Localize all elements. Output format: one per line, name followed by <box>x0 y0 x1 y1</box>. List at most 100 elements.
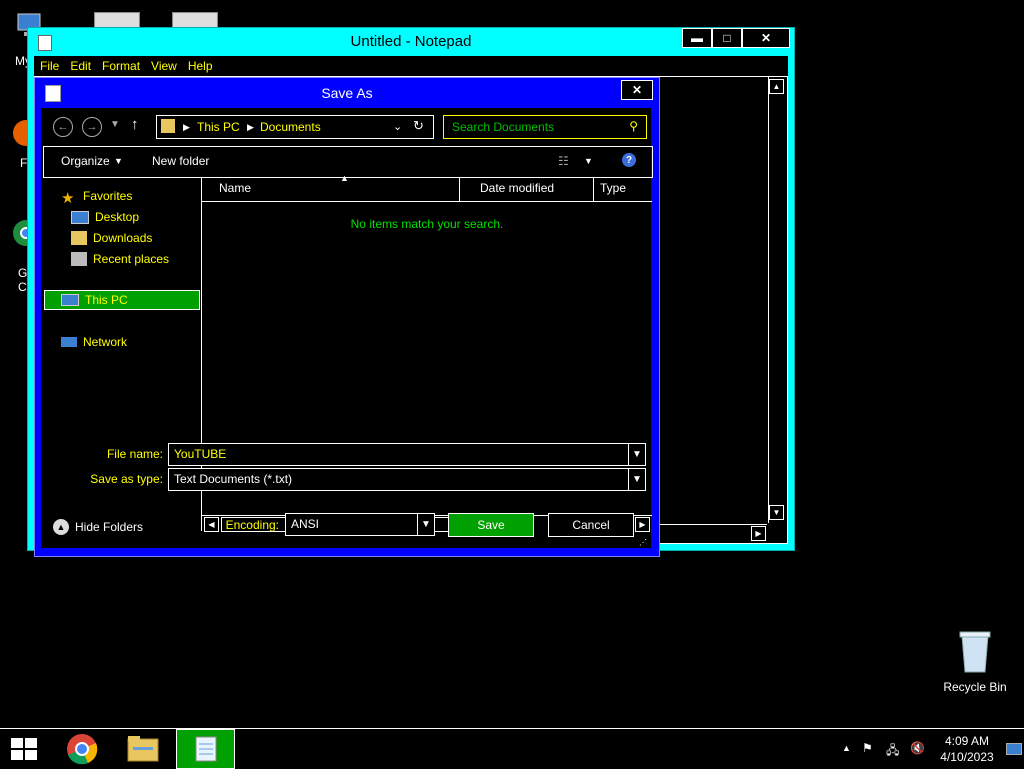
notepad-title: Untitled - Notepad <box>350 33 472 50</box>
column-date-modified[interactable]: Date modified <box>480 181 554 195</box>
chrome-icon <box>67 734 98 765</box>
scroll-right-arrow-icon[interactable]: ▶ <box>635 517 650 532</box>
save-as-type-select[interactable]: Text Documents (*.txt) ▼ <box>168 468 646 491</box>
close-button[interactable]: ✕ <box>742 28 790 48</box>
hide-folders-label: Hide Folders <box>75 520 144 534</box>
nav-label: Favorites <box>83 189 133 203</box>
maximize-button[interactable]: □ <box>712 28 742 48</box>
up-arrow-icon[interactable]: ↑ <box>131 116 139 133</box>
menu-format[interactable]: Format <box>102 59 140 73</box>
window-controls: ▬ □ ✕ <box>682 28 790 48</box>
forward-arrow-icon[interactable]: → <box>82 117 102 137</box>
column-divider[interactable] <box>459 177 460 201</box>
search-box[interactable]: Search Documents ⚲ <box>443 115 647 139</box>
collapse-chevron-icon: ▲ <box>53 519 69 535</box>
clock-date: 4/10/2023 <box>940 750 994 764</box>
recent-locations-chevron-icon[interactable]: ▼ <box>110 119 120 130</box>
organize-chevron-icon: ▼ <box>114 156 123 166</box>
breadcrumb-this-pc[interactable]: This PC <box>197 120 240 134</box>
encoding-dropdown-icon[interactable]: ▼ <box>417 514 434 535</box>
column-type[interactable]: Type <box>600 181 626 195</box>
recycle-bin-label: Recycle Bin <box>943 680 1007 694</box>
start-button[interactable] <box>0 729 48 769</box>
sort-indicator-icon: ▲ <box>340 173 349 183</box>
taskbar-file-explorer[interactable] <box>115 729 171 769</box>
column-headers: ▲ Name Date modified Type <box>202 173 652 202</box>
menu-bar: File Edit Format View Help <box>34 56 788 76</box>
hide-folders-button[interactable]: ▲ Hide Folders <box>53 517 143 537</box>
new-folder-button[interactable]: New folder <box>152 154 209 168</box>
nav-label: Desktop <box>95 210 140 224</box>
menu-edit[interactable]: Edit <box>70 59 91 73</box>
cancel-button[interactable]: Cancel <box>548 513 634 537</box>
desktop-icon-file-2[interactable] <box>172 12 218 28</box>
column-name[interactable]: Name <box>219 181 251 195</box>
encoding-label: Encoding: <box>225 518 279 532</box>
breadcrumb-separator-icon: ▶ <box>183 122 190 132</box>
windows-logo-icon <box>11 738 37 760</box>
breadcrumb-separator-icon: ▶ <box>247 122 254 132</box>
vertical-scrollbar[interactable]: ▲ ▼ <box>768 77 784 523</box>
column-divider[interactable] <box>593 177 594 201</box>
resize-grip-icon[interactable]: ⋰ <box>639 538 647 547</box>
network-icon[interactable]: 🖧 <box>886 741 899 762</box>
empty-message: No items match your search. <box>350 217 504 231</box>
save-as-type-dropdown-icon[interactable]: ▼ <box>628 469 645 490</box>
taskbar: ▲ ⚑ 🖧 🔇 4:09 AM 4/10/2023 <box>0 728 1024 769</box>
address-bar[interactable]: ▶ This PC ▶ Documents ⌄ ↻ <box>156 115 434 139</box>
desktop-icon-recycle-bin[interactable]: Recycle Bin <box>938 630 1012 694</box>
downloads-icon <box>71 231 87 245</box>
menu-file[interactable]: File <box>40 59 59 73</box>
save-button[interactable]: Save <box>448 513 534 537</box>
volume-muted-icon[interactable]: 🔇 <box>910 741 925 755</box>
file-name-value: YouTUBE <box>174 447 227 461</box>
nav-label: Recent places <box>93 252 170 266</box>
desktop-icon-file-1[interactable] <box>94 12 140 28</box>
file-name-label: File name: <box>106 447 163 461</box>
taskbar-notepad[interactable] <box>176 729 235 769</box>
scroll-down-arrow-icon[interactable]: ▼ <box>769 505 784 520</box>
encoding-value: ANSI <box>291 517 320 531</box>
nav-this-pc[interactable]: This PC <box>44 290 200 310</box>
nav-label: Network <box>83 335 128 349</box>
recycle-bin-icon <box>958 630 992 674</box>
address-dropdown-icon[interactable]: ⌄ <box>393 120 402 133</box>
show-hidden-icons-icon[interactable]: ▲ <box>842 743 851 753</box>
nav-network[interactable]: Network <box>61 332 217 352</box>
save-as-type-label: Save as type: <box>90 472 163 486</box>
menu-help[interactable]: Help <box>188 59 213 73</box>
nav-favorites[interactable]: ★ Favorites <box>61 186 217 207</box>
notepad-icon <box>195 736 216 762</box>
save-as-dialog: Save As ✕ ← → ▼ ↑ ▶ This PC ▶ Documents … <box>34 77 660 557</box>
action-center-flag-icon[interactable]: ⚑ <box>862 741 873 755</box>
view-options-icon[interactable]: ☷ <box>558 154 569 168</box>
encoding-select[interactable]: ANSI ▼ <box>285 513 435 536</box>
folder-icon <box>161 119 175 133</box>
scroll-up-arrow-icon[interactable]: ▲ <box>769 79 784 94</box>
breadcrumb-documents[interactable]: Documents <box>260 120 321 134</box>
folder-icon <box>127 736 159 762</box>
file-name-input[interactable]: YouTUBE ▼ <box>168 443 646 466</box>
back-arrow-icon[interactable]: ← <box>53 117 73 137</box>
horizontal-scrollbar[interactable]: ▶ <box>659 524 767 541</box>
help-icon[interactable]: ? <box>622 153 636 167</box>
show-desktop-icon[interactable] <box>1006 743 1022 755</box>
taskbar-chrome[interactable] <box>54 729 110 769</box>
menu-view[interactable]: View <box>151 59 177 73</box>
nav-label: This PC <box>85 293 128 307</box>
file-name-dropdown-icon[interactable]: ▼ <box>628 444 645 465</box>
organize-button[interactable]: Organize <box>61 154 110 168</box>
this-pc-icon <box>61 294 79 306</box>
clock-time: 4:09 AM <box>944 734 990 748</box>
search-placeholder: Search Documents <box>452 120 555 134</box>
minimize-button[interactable]: ▬ <box>682 28 712 48</box>
refresh-icon[interactable]: ↻ <box>413 118 424 134</box>
star-icon: ★ <box>61 190 75 207</box>
dialog-close-button[interactable]: ✕ <box>621 80 653 100</box>
clock[interactable]: 4:09 AM 4/10/2023 <box>934 733 1000 765</box>
dialog-title: Save As <box>321 85 373 101</box>
search-icon[interactable]: ⚲ <box>629 119 638 133</box>
desktop-icon <box>71 210 89 224</box>
scroll-right-arrow-icon[interactable]: ▶ <box>751 526 766 541</box>
view-chevron-icon[interactable]: ▼ <box>584 156 593 166</box>
